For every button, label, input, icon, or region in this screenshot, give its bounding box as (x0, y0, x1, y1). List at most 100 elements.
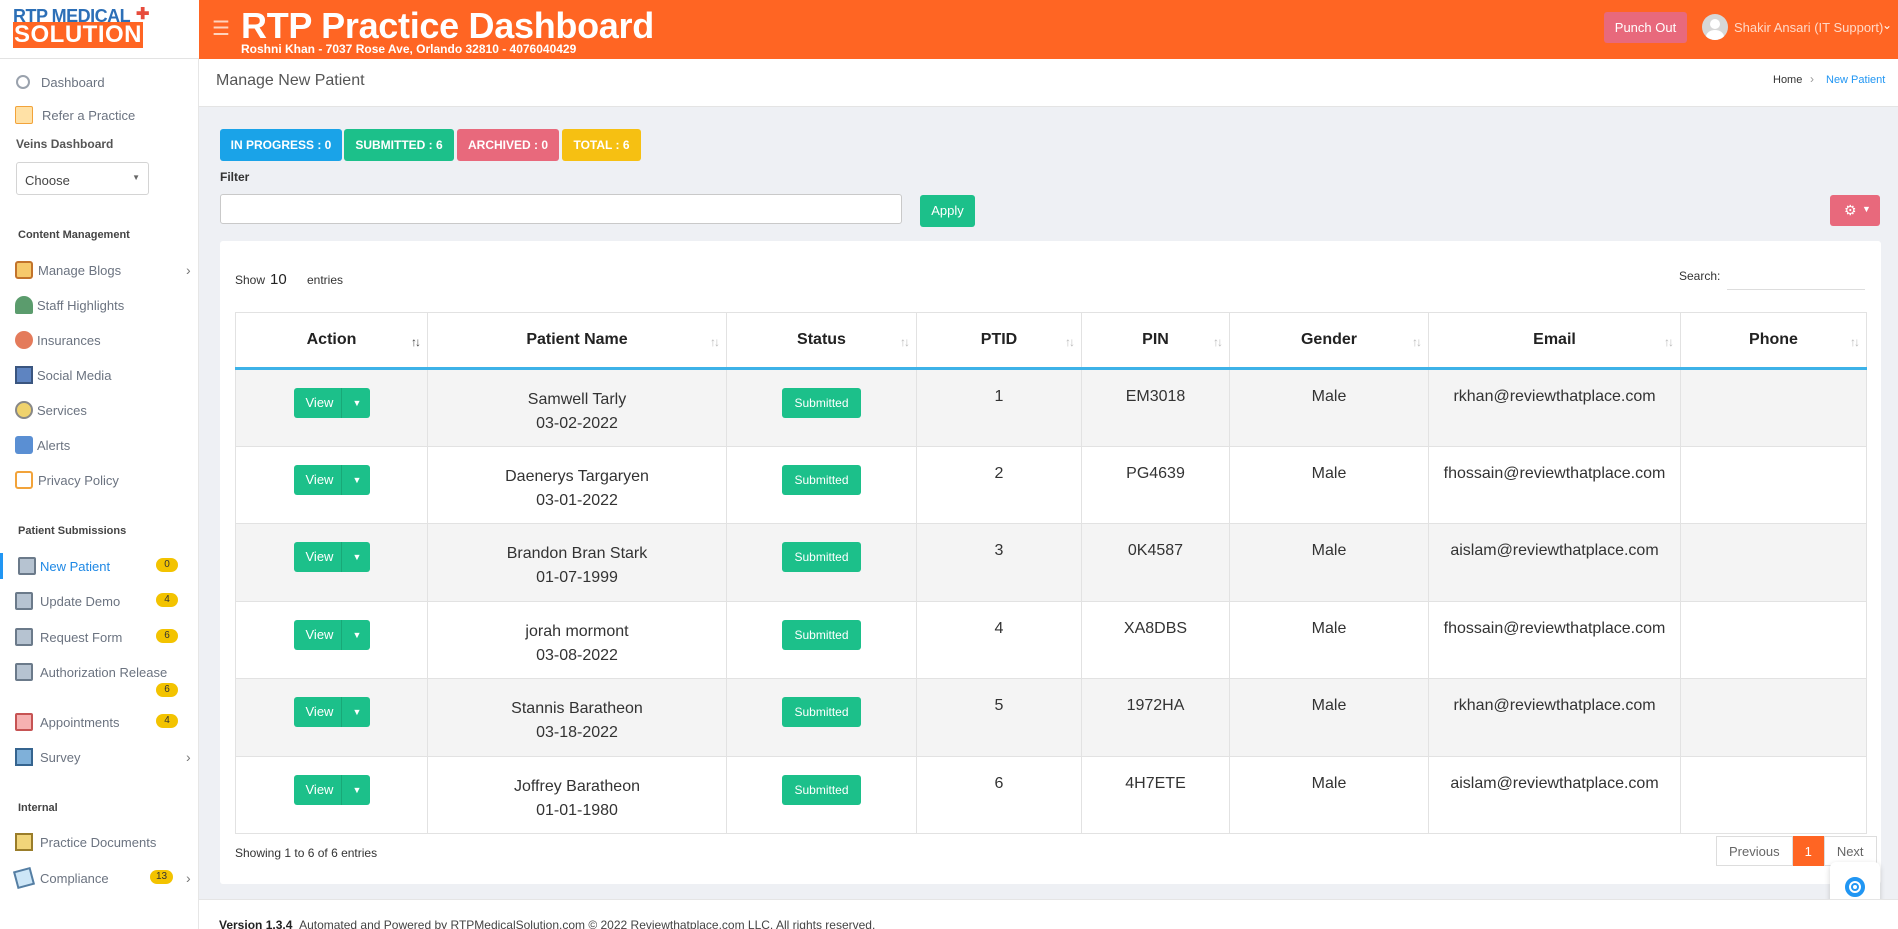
view-button[interactable]: View ▼ (293, 388, 370, 418)
filter-label: Filter (220, 170, 250, 184)
patient-dob: 03-02-2022 (536, 415, 618, 432)
filter-input[interactable] (220, 194, 902, 224)
sidebar-item-label: Compliance (40, 871, 109, 886)
count-badge: 13 (150, 870, 174, 884)
apply-button[interactable]: Apply (920, 195, 975, 227)
sidebar-item-dashboard[interactable]: Dashboard (0, 69, 199, 95)
insurance-icon (15, 331, 33, 349)
caret-down-icon[interactable]: ▼ (353, 697, 362, 727)
gear-icon: ⚙ (1844, 202, 1857, 218)
avatar[interactable] (1702, 14, 1728, 40)
column-header-label: PIN (1142, 331, 1169, 348)
sidebar-item-survey[interactable]: Survey › (0, 744, 199, 770)
breadcrumb-home[interactable]: Home (1773, 74, 1802, 86)
action-cell: View ▼ (235, 445, 428, 524)
sidebar-item-authorization-release[interactable]: Authorization Release 6 (0, 659, 199, 701)
menu-toggle-icon[interactable]: ☰ (212, 16, 230, 41)
search-label: Search: (1679, 269, 1721, 283)
column-header-action[interactable]: Action ↑↓ (235, 312, 428, 370)
column-header-label: Patient Name (526, 331, 628, 348)
phone-cell (1680, 600, 1867, 679)
punch-out-button[interactable]: Punch Out (1604, 12, 1687, 43)
sidebar-item-services[interactable]: Services (0, 397, 199, 423)
entries-per-page-select[interactable]: 10 (270, 271, 287, 288)
column-header-label: Gender (1300, 331, 1357, 348)
caret-down-icon[interactable]: ▼ (353, 620, 362, 650)
sidebar-item-social-media[interactable]: Social Media (0, 362, 199, 388)
column-header-patient-name[interactable]: Patient Name ↑↓ (427, 312, 727, 370)
count-badge: 6 (156, 683, 178, 697)
sidebar-item-insurances[interactable]: Insurances (0, 327, 199, 353)
sort-icon: ↑↓ (1850, 335, 1860, 349)
email-cell: fhossain@reviewthatplace.com (1428, 600, 1681, 679)
veins-select[interactable]: Choose ▼ (16, 162, 149, 195)
sidebar-item-label: Refer a Practice (42, 108, 136, 123)
user-name[interactable]: Shakir Ansari (IT Support) (1734, 20, 1883, 35)
email-cell: aislam@reviewthatplace.com (1428, 523, 1681, 602)
ptid-cell: 4 (916, 600, 1082, 679)
chevron-down-icon: ▼ (132, 173, 140, 182)
caret-down-icon[interactable]: ▼ (353, 542, 362, 572)
action-cell: View ▼ (235, 600, 428, 679)
sidebar-item-label: Social Media (37, 368, 112, 383)
count-badge: 6 (156, 629, 178, 643)
logo[interactable]: RTP MEDICAL ✚ SOLUTION (0, 0, 199, 59)
view-button[interactable]: View ▼ (293, 619, 370, 650)
column-header-email[interactable]: Email ↑↓ (1428, 312, 1681, 370)
sidebar-item-practice-documents[interactable]: Practice Documents (0, 829, 199, 855)
chevron-down-icon[interactable]: ⌄ (1882, 18, 1892, 32)
column-header-pin[interactable]: PIN ↑↓ (1081, 312, 1230, 370)
column-header-ptid[interactable]: PTID ↑↓ (916, 312, 1082, 370)
sidebar-item-compliance[interactable]: Compliance 13 › (0, 865, 199, 891)
previous-page-button[interactable]: Previous (1716, 836, 1793, 866)
status-cell: Submitted (726, 755, 917, 834)
privacy-icon (15, 471, 33, 489)
column-header-status[interactable]: Status ↑↓ (726, 312, 917, 370)
sidebar-item-staff-highlights[interactable]: Staff Highlights (0, 292, 199, 318)
view-button[interactable]: View ▼ (293, 697, 370, 727)
caret-down-icon[interactable]: ▼ (353, 388, 362, 418)
in-progress-badge[interactable]: IN PROGRESS : 0 (220, 129, 342, 161)
entries-label: entries (307, 273, 344, 287)
sidebar-item-new-patient[interactable]: New Patient 0 (0, 553, 199, 579)
section-heading: Patient Submissions (18, 525, 127, 537)
view-button[interactable]: View ▼ (293, 464, 370, 495)
status-cell: Submitted (726, 600, 917, 679)
sidebar-item-request-form[interactable]: Request Form 6 (0, 624, 199, 650)
blog-icon (15, 261, 33, 279)
sidebar-item-label: Appointments (40, 715, 120, 730)
section-heading: Internal (18, 802, 58, 814)
submitted-badge[interactable]: SUBMITTED : 6 (344, 129, 454, 161)
pin-cell: 4H7ETE (1081, 755, 1230, 834)
logo-text-bottom: SOLUTION (13, 21, 143, 48)
sidebar-item-update-demo[interactable]: Update Demo 4 (0, 588, 199, 614)
page-button-current[interactable]: 1 (1792, 836, 1824, 866)
content-header (199, 59, 1898, 107)
search-input[interactable] (1727, 262, 1865, 290)
caret-down-icon[interactable]: ▼ (353, 465, 362, 495)
phone-cell (1680, 368, 1867, 447)
sidebar-item-refer[interactable]: Refer a Practice (0, 102, 199, 128)
caret-down-icon[interactable]: ▼ (353, 775, 362, 805)
sidebar-item-manage-blogs[interactable]: Manage Blogs › (0, 257, 199, 283)
settings-dropdown-button[interactable]: ⚙ ▼ (1830, 195, 1880, 226)
total-badge[interactable]: TOTAL : 6 (562, 129, 641, 161)
chevron-right-icon: › (1810, 72, 1814, 86)
view-button[interactable]: View ▼ (293, 774, 370, 805)
sidebar-item-alerts[interactable]: Alerts (0, 432, 199, 458)
sidebar-item-appointments[interactable]: Appointments 4 (0, 709, 199, 735)
sort-icon: ↑↓ (1664, 335, 1674, 349)
sidebar-item-label: Practice Documents (40, 835, 157, 850)
view-button[interactable]: View ▼ (293, 542, 370, 572)
page-title: Manage New Patient (216, 72, 365, 89)
column-header-gender[interactable]: Gender ↑↓ (1229, 312, 1429, 370)
action-cell: View ▼ (235, 523, 428, 602)
ptid-cell: 6 (916, 755, 1082, 834)
sidebar-item-privacy-policy[interactable]: Privacy Policy (0, 467, 199, 493)
column-header-phone[interactable]: Phone ↑↓ (1680, 312, 1867, 370)
chevron-right-icon: › (186, 262, 191, 278)
chevron-down-icon: ▼ (1862, 204, 1871, 214)
dashboard-icon (16, 75, 30, 89)
table-row: View ▼ Joffrey Baratheon 01-01-1980 Submit… (235, 755, 1867, 834)
archived-badge[interactable]: ARCHIVED : 0 (457, 129, 559, 161)
